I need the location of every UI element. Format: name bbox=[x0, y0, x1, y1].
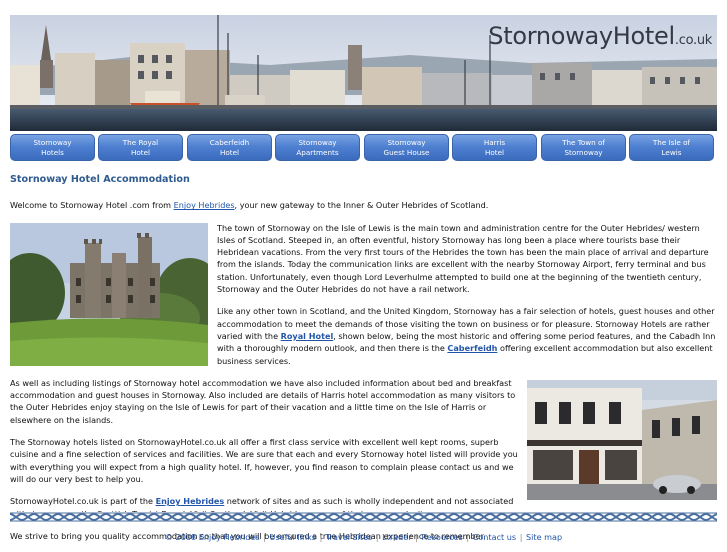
footer-separator: | bbox=[466, 532, 470, 542]
nav-tab-line: Apartments bbox=[296, 148, 339, 157]
nav-tab-isle-of-lewis[interactable]: The Isle of Lewis bbox=[629, 134, 714, 161]
footer-separator: | bbox=[319, 532, 323, 542]
nav-tab-line: The Isle of bbox=[652, 138, 691, 147]
nav-tab-line: Stornoway bbox=[564, 148, 603, 157]
footer-separator: | bbox=[415, 532, 418, 542]
nav-tab-line: Guest House bbox=[383, 148, 430, 157]
intro-text: Welcome to Stornoway Hotel .com from bbox=[10, 200, 174, 211]
nav-tab-caberfeidh-hotel[interactable]: Caberfeidh Hotel bbox=[187, 134, 272, 161]
royal-hotel-photo bbox=[527, 379, 717, 500]
nav-tab-line: Hotels bbox=[41, 148, 64, 157]
nav-tab-line: Harris bbox=[483, 138, 506, 147]
nav-tab-stornoway-apartments[interactable]: Stornoway Apartments bbox=[275, 134, 360, 161]
nav-tab-line: The Town of bbox=[562, 138, 605, 147]
footer-link-resources[interactable]: Resources bbox=[421, 532, 462, 542]
header-banner: StornowayHotel.co.uk bbox=[10, 15, 717, 131]
footer-separator: | bbox=[375, 532, 379, 542]
nav-tab-line: Stornoway bbox=[387, 138, 426, 147]
nav-tab-royal-hotel[interactable]: The Royal Hotel bbox=[98, 134, 183, 161]
nav-tab-line: Hotel bbox=[130, 148, 151, 157]
enjoy-hebrides-network-link[interactable]: Enjoy Hebrides bbox=[156, 496, 225, 506]
nav-tab-harris-hotel[interactable]: Harris Hotel bbox=[452, 134, 537, 161]
footer-link-site-map[interactable]: Site map bbox=[526, 532, 562, 542]
lews-castle-photo bbox=[10, 222, 208, 366]
intro-text: , your new gateway to the Inner & Outer … bbox=[234, 200, 489, 211]
logo-tld-text: .co.uk bbox=[674, 33, 712, 48]
footer-separator: | bbox=[263, 532, 266, 542]
main-nav: Stornoway Hotels The Royal Hotel Caberfe… bbox=[10, 134, 717, 162]
nav-tab-guest-house[interactable]: Stornoway Guest House bbox=[364, 134, 449, 161]
footer: © 2008 Enjoy Hebrides | Useful links | T… bbox=[0, 532, 727, 542]
page-title: Stornoway Hotel Accommodation bbox=[10, 174, 190, 185]
nav-tab-line: Lewis bbox=[661, 148, 682, 157]
royal-hotel-link[interactable]: Royal Hotel bbox=[281, 331, 334, 341]
celtic-knot-divider bbox=[10, 512, 717, 522]
nav-tab-line: The Royal bbox=[122, 138, 159, 147]
nav-tab-line: Hotel bbox=[484, 148, 505, 157]
nav-tab-line: Stornoway bbox=[33, 138, 72, 147]
footer-link-useful-links[interactable]: Useful links bbox=[270, 532, 316, 542]
intro-paragraph: Welcome to Stornoway Hotel .com from Enj… bbox=[10, 199, 717, 211]
nav-tab-stornoway-hotels[interactable]: Stornoway Hotels bbox=[10, 134, 95, 161]
main-content: Stornoway Hotel Accommodation Welcome to… bbox=[10, 174, 717, 552]
footer-link-ltrader[interactable]: Ltrader bbox=[382, 532, 411, 542]
site-logo[interactable]: StornowayHotel.co.uk bbox=[488, 22, 712, 50]
logo-main-text: StornowayHotel bbox=[488, 22, 675, 50]
footer-link-travel-sites[interactable]: Travel Sites bbox=[326, 532, 372, 542]
paragraph-text: StornowayHotel.co.uk is part of the bbox=[10, 496, 156, 507]
footer-copyright-link[interactable]: © 2008 Enjoy Hebrides bbox=[165, 532, 260, 542]
nav-tab-line: Caberfeidh bbox=[209, 138, 250, 147]
nav-tab-line: Stornoway bbox=[298, 138, 337, 147]
footer-separator: | bbox=[519, 532, 523, 542]
footer-link-contact-us[interactable]: Contact us bbox=[473, 532, 516, 542]
nav-tab-town-of-stornoway[interactable]: The Town of Stornoway bbox=[541, 134, 626, 161]
enjoy-hebrides-link[interactable]: Enjoy Hebrides bbox=[174, 200, 235, 210]
caberfeidh-link[interactable]: Caberfeidh bbox=[447, 343, 497, 353]
nav-tab-line: Hotel bbox=[219, 148, 240, 157]
